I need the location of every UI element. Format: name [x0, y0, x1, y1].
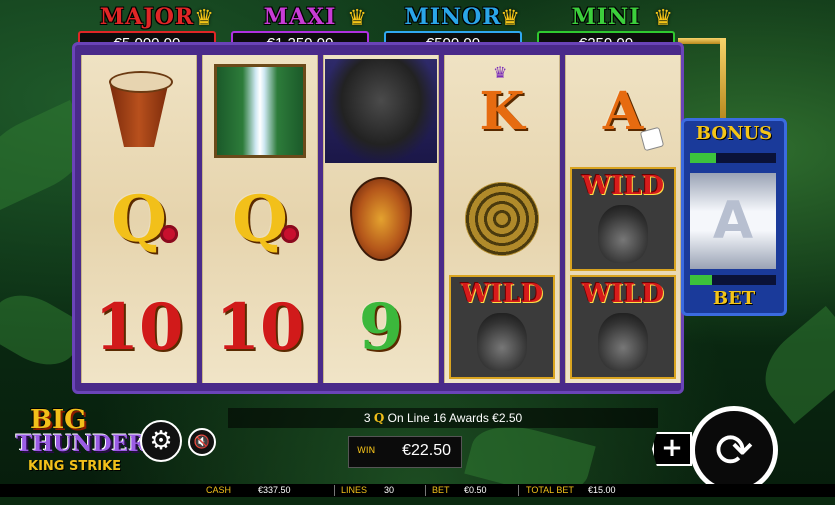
snake-icon [465, 182, 539, 256]
card-symbol: Q [232, 181, 288, 257]
reel-cell: WILD [445, 273, 559, 381]
reel-cell: A [566, 57, 680, 165]
bet-plus-button[interactable]: + [652, 432, 692, 466]
gorilla-icon [325, 59, 437, 163]
crown-icon: ♛ [194, 6, 214, 31]
crown-icon: ♛ [493, 63, 508, 82]
reels-frame: Q 10 Q 10 9 ♛ K WILD A WILD WILD [72, 42, 684, 394]
card-symbol: 10 [94, 289, 184, 365]
wild-symbol: WILD [570, 275, 676, 379]
lines-value: 30 [384, 485, 395, 495]
bet-label: BET [432, 485, 450, 495]
bet-value: €0.50 [464, 485, 487, 495]
reel-5: A WILD WILD [565, 55, 681, 383]
reel-4: ♛ K WILD [444, 55, 560, 383]
cash-value: €337.50 [258, 485, 291, 495]
sound-button[interactable]: 🔇 [188, 428, 216, 456]
waterfall-icon [214, 64, 306, 158]
bonus-reel-symbol: A [712, 191, 754, 251]
reel-cell [203, 57, 317, 165]
rose-icon [160, 225, 178, 243]
logo-line3: KING STRIKE [28, 459, 122, 474]
gold-pipe [678, 38, 726, 44]
spin-arrows-icon: ⟳ [714, 423, 754, 477]
win-value: €22.50 [402, 442, 451, 459]
message-count: 3 [363, 411, 371, 425]
crown-icon: ♛ [347, 6, 367, 31]
wild-symbol: WILD [449, 275, 555, 379]
dice-icon [639, 126, 665, 152]
reel-cell: 9 [324, 273, 438, 381]
bonus-progress-top [690, 153, 776, 163]
crown-icon: ♛ [500, 6, 520, 31]
wild-symbol: WILD [570, 167, 676, 271]
logo-line2: THUNDER [16, 431, 147, 457]
status-bar: CASH €337.50 LINES 30 BET €0.50 TOTAL BE… [0, 484, 835, 497]
message-symbol: Q [373, 411, 385, 425]
cash-label: CASH [206, 485, 232, 495]
crown-icon: ♛ [653, 6, 673, 31]
reel-cell: 10 [82, 273, 196, 381]
reel-cell: Q [203, 165, 317, 273]
card-symbol: 9 [358, 289, 404, 365]
shield-icon [350, 177, 412, 261]
bonus-meter: BONUS A BET [681, 118, 787, 316]
wild-label: WILD [460, 279, 544, 309]
message-text: On Line 16 Awards €2.50 [387, 411, 523, 425]
reel-cell [445, 165, 559, 273]
reel-1: Q 10 [81, 55, 197, 383]
reel-cell [82, 57, 196, 165]
gold-pipe [720, 38, 726, 120]
win-line-message: 3 Q On Line 16 Awards €2.50 [228, 408, 658, 428]
reel-cell: 10 [203, 273, 317, 381]
rose-icon [281, 225, 299, 243]
plus-icon: + [661, 433, 683, 463]
lines-label: LINES [341, 485, 368, 495]
gorilla-face-icon [598, 205, 648, 263]
card-symbol: A [602, 80, 644, 142]
reel-cell: ♛ K [445, 57, 559, 165]
card-symbol: K [479, 80, 525, 142]
reel-cell [324, 165, 438, 273]
win-display: WIN €22.50 [348, 436, 462, 468]
reel-cell [324, 57, 438, 165]
drum-icon [104, 71, 174, 151]
settings-button[interactable]: ⚙ [140, 420, 182, 462]
game-logo: BIG THUNDER KING STRIKE [12, 405, 147, 495]
gear-icon: ⚙ [149, 426, 173, 456]
card-symbol: 10 [215, 289, 305, 365]
speaker-mute-icon: 🔇 [193, 434, 211, 450]
bonus-title: BONUS [695, 123, 773, 144]
bonus-progress-bottom [690, 275, 776, 285]
bonus-reel: A [690, 173, 776, 269]
bonus-bet-label: BET [712, 288, 756, 309]
reel-3: 9 [323, 55, 439, 383]
card-symbol: Q [111, 181, 167, 257]
reel-cell: Q [82, 165, 196, 273]
gorilla-face-icon [477, 313, 527, 371]
win-label: WIN [357, 446, 376, 456]
reel-2: Q 10 [202, 55, 318, 383]
gorilla-face-icon [598, 313, 648, 371]
total-bet-label: TOTAL BET [526, 485, 574, 495]
reel-cell: WILD [566, 273, 680, 381]
reel-cell: WILD [566, 165, 680, 273]
total-bet-value: €15.00 [588, 485, 616, 495]
spin-button[interactable]: ⟳ [690, 406, 778, 494]
wild-label: WILD [581, 171, 665, 201]
wild-label: WILD [581, 279, 665, 309]
